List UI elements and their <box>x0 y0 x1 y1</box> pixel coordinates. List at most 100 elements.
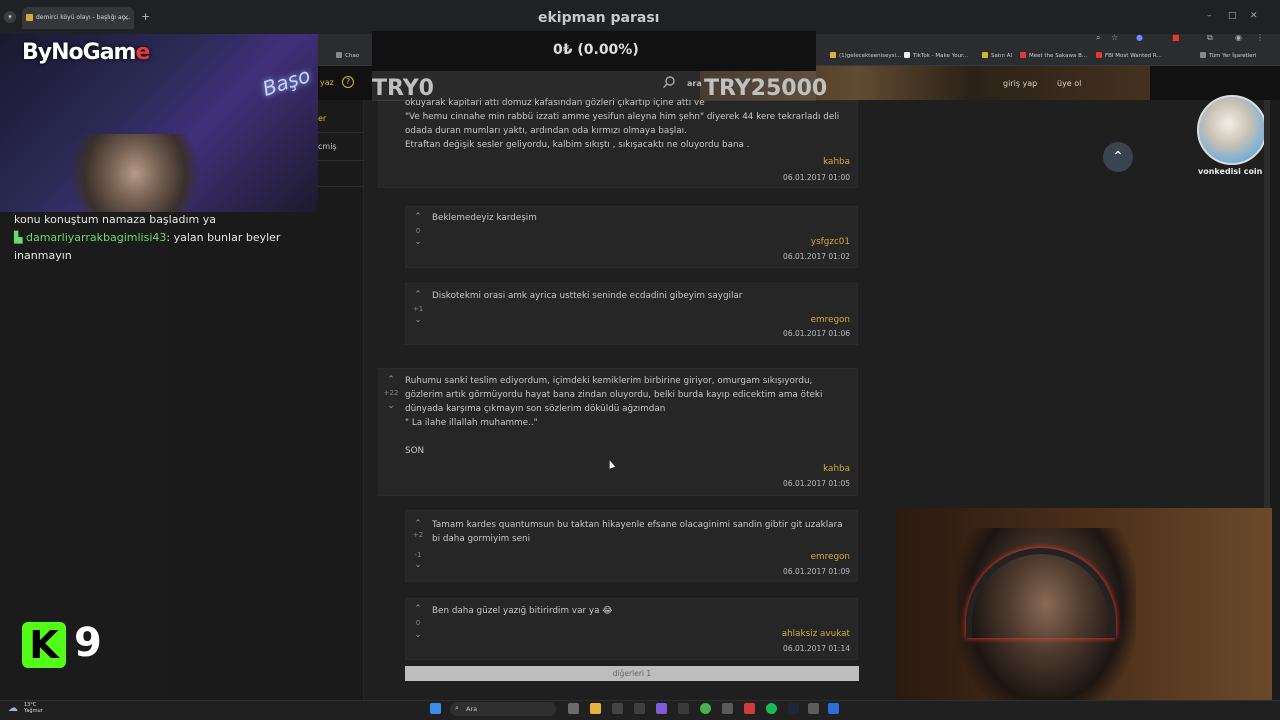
folder-icon <box>1200 52 1206 58</box>
scroll-to-top-button[interactable]: ⌃ <box>1103 142 1133 172</box>
bookmark-star-icon[interactable]: ☆ <box>1111 33 1118 42</box>
guest-webcam <box>896 508 1272 720</box>
avatar-name: vonkedisi coin <box>1198 167 1263 176</box>
bookmark-item[interactable]: FBI Most Wanted R... <box>1096 52 1162 59</box>
donation-goal-end: TRY25000 <box>704 76 828 101</box>
start-icon[interactable] <box>430 703 441 714</box>
close-window-icon[interactable]: ✕ <box>1250 11 1258 21</box>
downvote-icon[interactable]: ⌄ <box>411 561 425 570</box>
sidebar-item[interactable]: cmiş <box>318 142 337 151</box>
entry-line: " La ilahe illallah muhamme.." <box>405 418 538 428</box>
stream-logo: ByNoGame <box>22 40 150 65</box>
vote-score: +1 <box>412 305 424 313</box>
entry-date[interactable]: 06.01.2017 01:00 <box>700 173 850 182</box>
close-tab-icon[interactable]: × <box>122 7 129 29</box>
bookmark-folder[interactable]: Tüm Yer İşaretleri <box>1200 52 1256 59</box>
entry-line: dünyada karşıma çıkmayın son sözlerim dö… <box>405 404 666 414</box>
minimize-icon[interactable]: – <box>1207 11 1212 21</box>
reply-author[interactable]: ahlaksiz avukat <box>680 629 850 639</box>
upvote-icon[interactable]: ⌃ <box>411 605 425 614</box>
weather-desc: Yağmur <box>24 708 43 714</box>
extension-icon[interactable]: ● <box>1136 33 1143 42</box>
extension-icon[interactable]: ■ <box>1172 33 1180 42</box>
reply-date[interactable]: 06.01.2017 01:06 <box>700 329 850 338</box>
steam-icon[interactable] <box>788 703 799 714</box>
chat-username: damarliyarrakbagimlisi43 <box>25 231 167 244</box>
site-icon <box>830 52 836 58</box>
page-scrollbar[interactable] <box>1264 100 1270 510</box>
help-icon[interactable]: ? <box>342 76 354 88</box>
kick-logo-icon: K <box>22 622 66 668</box>
extensions-puzzle-icon[interactable]: ⧉ <box>1207 33 1213 43</box>
login-link[interactable]: giriş yap <box>1003 79 1037 88</box>
vote-score-down: -1 <box>414 551 422 559</box>
bookmark-item[interactable]: Chao <box>336 52 359 59</box>
bookmark-item[interactable]: Meet the Sakawa B... <box>1020 52 1087 59</box>
folder-icon <box>336 52 342 58</box>
file-explorer-icon[interactable] <box>590 703 601 714</box>
entry-line: odada duran mumları yaktı, ardından oda … <box>405 126 687 136</box>
entry-author[interactable]: kahba <box>700 157 850 167</box>
task-view-icon[interactable] <box>568 703 579 714</box>
taskbar-search-label: Ara <box>466 705 478 713</box>
write-link[interactable]: yaz <box>320 78 334 87</box>
bookmark-item[interactable]: TikTok - Make Your... <box>904 52 968 59</box>
upvote-icon[interactable]: ⌃ <box>411 520 425 529</box>
tiktok-icon <box>904 52 910 58</box>
weather-icon: ☁ <box>8 703 18 714</box>
show-more-button[interactable]: diğerleri 1 <box>405 666 859 681</box>
reply-author[interactable]: emregon <box>700 552 850 562</box>
downvote-icon[interactable]: ⌄ <box>384 402 398 411</box>
entry-author[interactable]: kahba <box>700 464 850 474</box>
reply-date[interactable]: 06.01.2017 01:02 <box>700 252 850 261</box>
reply-author[interactable]: emregon <box>700 315 850 325</box>
app-icon[interactable] <box>744 703 755 714</box>
app-icon[interactable] <box>808 703 819 714</box>
tab-title: demirci köyü olayı - başlığı aç... <box>36 14 131 21</box>
menu-kebab-icon[interactable]: ⋮ <box>1256 33 1264 42</box>
streamer-figure <box>70 134 200 212</box>
profile-icon[interactable]: ◉ <box>1235 33 1242 42</box>
register-link[interactable]: üye ol <box>1057 79 1081 88</box>
maximize-icon[interactable]: □ <box>1228 11 1237 21</box>
bookmark-item[interactable]: (1)gelecekteeniseysi... <box>830 52 901 59</box>
reply-date[interactable]: 06.01.2017 01:14 <box>700 644 850 653</box>
site-icon <box>982 52 988 58</box>
upvote-icon[interactable]: ⌃ <box>384 376 398 385</box>
tab-list-icon[interactable]: ▾ <box>4 11 16 23</box>
youtube-icon <box>1096 52 1102 58</box>
zoom-icon[interactable]: ⌕ <box>1096 33 1100 43</box>
browser-tab[interactable]: demirci köyü olayı - başlığı aç... × <box>22 7 134 29</box>
app-icon[interactable] <box>612 703 623 714</box>
downvote-icon[interactable]: ⌄ <box>411 238 425 247</box>
vote-score: +22 <box>383 389 399 397</box>
app-icon[interactable] <box>656 703 667 714</box>
downvote-icon[interactable]: ⌄ <box>411 631 425 640</box>
favicon-icon <box>26 14 33 21</box>
reply-line: Tamam kardes quantumsun bu taktan hikaye… <box>432 520 843 530</box>
sidebar-item[interactable]: er <box>318 114 326 123</box>
upvote-icon[interactable]: ⌃ <box>411 291 425 300</box>
new-tab-icon[interactable]: + <box>141 10 150 23</box>
reply-line: bi daha gormiyim seni <box>432 534 531 544</box>
entry-text: okuyarak kapitari attı domuz kafasından … <box>405 96 855 152</box>
bookmark-item[interactable]: Satın Al <box>982 52 1012 59</box>
downvote-icon[interactable]: ⌄ <box>411 316 425 325</box>
donation-goal-amount: 0₺ (0.00%) <box>553 42 639 58</box>
app-icon[interactable] <box>722 703 733 714</box>
taskbar-search[interactable]: Ara <box>450 702 556 716</box>
entry-date[interactable]: 06.01.2017 01:05 <box>700 479 850 488</box>
app-icon[interactable] <box>828 703 839 714</box>
reply-text: Diskotekmi orasi amk ayrica ustteki seni… <box>432 291 743 301</box>
reply-date[interactable]: 06.01.2017 01:09 <box>700 567 850 576</box>
sidebar-divider <box>310 186 364 187</box>
reply-author[interactable]: ysfgzc01 <box>700 237 850 247</box>
youtube-icon <box>1020 52 1026 58</box>
chrome-icon[interactable] <box>700 703 711 714</box>
app-icon[interactable] <box>678 703 689 714</box>
app-icon[interactable] <box>634 703 645 714</box>
weather-widget[interactable]: 13°C Yağmur <box>24 702 43 714</box>
upvote-icon[interactable]: ⌃ <box>411 213 425 222</box>
spotify-icon[interactable] <box>766 703 777 714</box>
reply-text: Beklemedeyiz kardeşim <box>432 213 537 223</box>
